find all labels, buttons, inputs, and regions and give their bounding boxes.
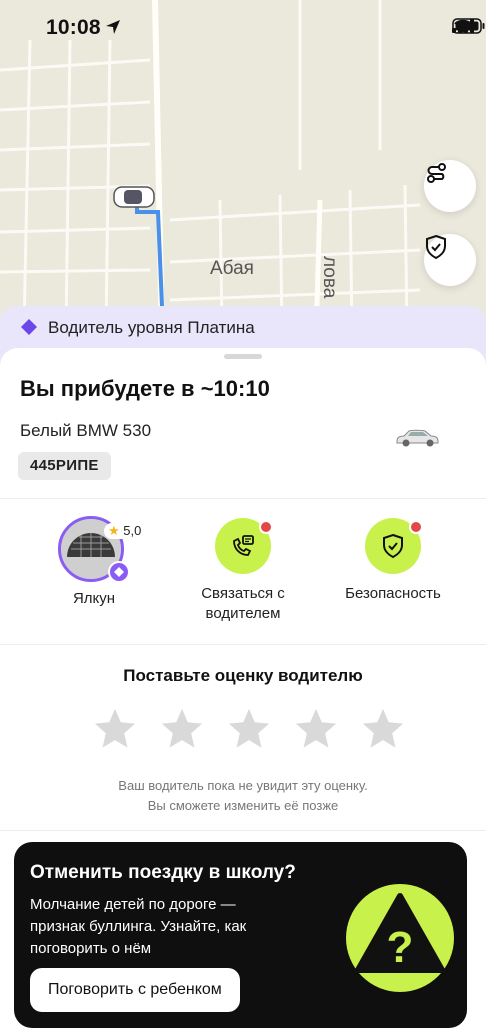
driver-level-text: Водитель уровня Платина: [48, 318, 255, 337]
contact-driver-label: Связаться с водителем: [201, 585, 285, 622]
route-button[interactable]: [424, 160, 476, 212]
rating-star-4-icon[interactable]: [293, 706, 339, 752]
safety-label: Безопасность: [345, 585, 441, 602]
rating-star-3-icon[interactable]: [226, 706, 272, 752]
battery-icon: [452, 18, 485, 34]
driver-rating-value: 5,0: [123, 523, 142, 538]
driver-rating: ★ 5,0: [104, 523, 146, 539]
shield-check-icon: [426, 234, 446, 260]
safety-button[interactable]: Безопасность: [318, 518, 468, 604]
notification-dot: [259, 520, 273, 534]
diamond-icon: [21, 319, 37, 335]
rating-star-5-icon[interactable]: [360, 706, 406, 752]
status-time: 10:08: [46, 16, 101, 39]
app-screen: 10:08 Абая лова Водитель уровня Платина …: [0, 0, 486, 1030]
license-plate: 445РИПЕ: [18, 452, 111, 480]
contact-icon-circle: [215, 518, 273, 574]
talk-to-child-button[interactable]: Поговорить с ребенком: [30, 968, 240, 1012]
phone-chat-icon: [233, 535, 254, 556]
car-model: Белый BMW 530: [20, 421, 152, 440]
rating-stars: [92, 706, 406, 752]
platinum-badge-icon: [108, 561, 130, 583]
rating-note: Ваш водитель пока не увидит эту оценку. …: [118, 778, 368, 813]
contact-driver-button[interactable]: Связаться с водителем: [168, 518, 318, 624]
divider: [0, 644, 486, 645]
question-warning-icon: ?: [346, 884, 454, 992]
svg-text:?: ?: [387, 923, 414, 972]
car-icon: [396, 429, 439, 447]
promo-title: Отменить поездку в школу?: [30, 862, 296, 883]
safety-map-button[interactable]: [424, 234, 476, 286]
eta-title: Вы прибудете в ~10:10: [20, 376, 270, 401]
route-icon: [427, 163, 446, 183]
rating-star-1-icon[interactable]: [92, 706, 138, 752]
safety-icon-circle: [365, 518, 423, 574]
divider: [0, 498, 486, 499]
driver-name: Ялкун: [72, 590, 116, 607]
status-bar: 10:08: [0, 0, 486, 56]
rating-star-2-icon[interactable]: [159, 706, 205, 752]
map-street-label-vertical: лова: [319, 256, 340, 299]
driver-car-marker-icon: [113, 186, 155, 208]
location-arrow-icon: [106, 20, 120, 34]
divider: [0, 830, 486, 831]
promo-text: Молчание детей по дороге — признак булли…: [30, 896, 247, 957]
sheet-drag-handle[interactable]: [224, 354, 262, 359]
bullying-promo-card[interactable]: Отменить поездку в школу? Молчание детей…: [14, 842, 467, 1028]
rate-driver-title: Поставьте оценку водителю: [123, 666, 363, 685]
map-street-label: Абая: [210, 258, 254, 279]
shield-check-icon: [383, 533, 403, 559]
notification-dot: [409, 520, 423, 534]
star-icon: ★: [108, 523, 120, 538]
